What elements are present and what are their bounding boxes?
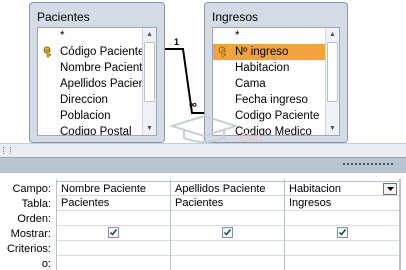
grip-icon[interactable] xyxy=(3,147,11,154)
criteria-cell[interactable] xyxy=(57,241,170,256)
grid-column[interactable]: Apellidos Paciente Pacientes xyxy=(170,179,284,270)
show-cell xyxy=(57,226,170,241)
watermark: Clic xyxy=(164,106,274,146)
criteria-cell[interactable] xyxy=(285,241,399,256)
field-cell[interactable]: Habitacion xyxy=(285,181,399,196)
sort-cell[interactable] xyxy=(171,211,284,226)
checkmark-icon xyxy=(109,229,118,236)
graduation-cap-icon xyxy=(168,114,240,143)
field-cell[interactable]: Apellidos Paciente xyxy=(171,181,284,196)
show-cell xyxy=(171,226,284,241)
show-checkbox[interactable] xyxy=(222,227,233,238)
sort-cell[interactable] xyxy=(285,211,399,226)
criteria-cell[interactable] xyxy=(171,241,284,256)
checkmark-icon xyxy=(338,229,347,236)
row-label-field: Campo: xyxy=(12,183,51,195)
grid-column-empty[interactable] xyxy=(400,179,406,270)
grid-column[interactable]: Habitacion Ingresos xyxy=(284,179,400,270)
show-checkbox[interactable] xyxy=(337,227,348,238)
table-cell[interactable]: Ingresos xyxy=(285,196,399,211)
table-cell[interactable]: Pacientes xyxy=(171,196,284,211)
pane-splitter[interactable] xyxy=(0,157,406,173)
checkmark-icon xyxy=(223,229,232,236)
field-dropdown-button[interactable] xyxy=(383,183,397,195)
or-cell[interactable] xyxy=(171,256,284,270)
row-label-criteria: Criterios: xyxy=(6,243,51,255)
sort-cell[interactable] xyxy=(57,211,170,226)
row-label-table: Tabla: xyxy=(21,198,51,210)
row-label-show: Mostrar: xyxy=(10,228,51,240)
show-cell xyxy=(285,226,399,241)
or-cell[interactable] xyxy=(285,256,399,270)
grid-columns: Nombre Paciente Pacientes Apellidos Paci… xyxy=(56,179,406,270)
relationship-one-label: 1 xyxy=(174,37,180,47)
splitter-grip-icon[interactable] xyxy=(343,163,393,166)
query-design-area[interactable]: Pacientes * Código Paciente Nombre Pacie… xyxy=(0,0,406,146)
row-label-sort: Orden: xyxy=(17,213,51,225)
horizontal-scrollbar[interactable] xyxy=(0,143,406,157)
query-grid[interactable]: Campo: Tabla: Orden: Mostrar: Criterios:… xyxy=(0,173,406,270)
field-cell-label: Habitacion xyxy=(289,183,341,195)
table-cell[interactable]: Pacientes xyxy=(57,196,170,211)
chevron-down-icon xyxy=(386,187,394,191)
field-cell[interactable]: Nombre Paciente xyxy=(57,181,170,196)
show-checkbox[interactable] xyxy=(108,227,119,238)
row-label-or: o: xyxy=(41,258,51,270)
or-cell[interactable] xyxy=(57,256,170,270)
grid-column[interactable]: Nombre Paciente Pacientes xyxy=(56,179,170,270)
grid-row-labels: Campo: Tabla: Orden: Mostrar: Criterios:… xyxy=(0,173,56,270)
